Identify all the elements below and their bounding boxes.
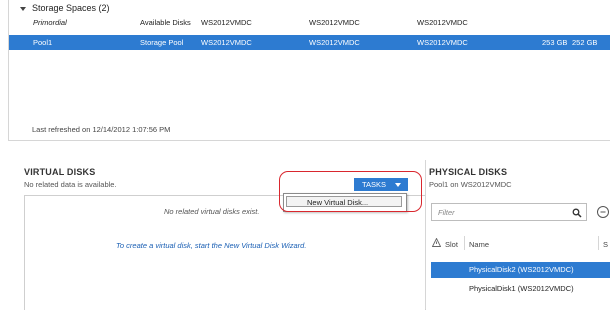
physical-disk-row[interactable]: PhysicalDisk2 (WS2012VMDC) xyxy=(431,262,610,278)
warning-icon xyxy=(432,238,441,247)
physical-disks-title: PHYSICAL DISKS xyxy=(429,167,508,177)
cell-name: Pool1 xyxy=(33,38,53,47)
filter-placeholder: Filter xyxy=(438,208,455,217)
collapse-triangle-icon xyxy=(20,6,26,11)
view-options-icon[interactable] xyxy=(596,205,610,219)
group-label: Storage Spaces (2) xyxy=(32,3,110,13)
column-divider xyxy=(464,236,465,250)
column-header-partial[interactable]: S xyxy=(603,240,608,249)
column-divider xyxy=(598,236,599,250)
cell-read-write-server: WS2012VMDC xyxy=(417,18,468,27)
cell-available-to: WS2012VMDC xyxy=(309,18,360,27)
cell-name: Primordial xyxy=(33,18,67,27)
cell-capacity: 253 GB xyxy=(542,38,568,47)
physical-disk-name: PhysicalDisk2 (WS2012VMDC) xyxy=(469,265,574,274)
search-icon[interactable] xyxy=(572,208,582,218)
column-header-slot[interactable]: Slot xyxy=(445,240,458,249)
table-row-primordial[interactable]: Primordial Available Disks WS2012VMDC WS… xyxy=(9,15,610,30)
physical-disks-subtitle: Pool1 on WS2012VMDC xyxy=(429,180,512,189)
cell-available-to: WS2012VMDC xyxy=(309,38,360,47)
new-virtual-disk-wizard-hint[interactable]: To create a virtual disk, start the New … xyxy=(116,241,306,250)
cell-type: Available Disks xyxy=(140,18,191,27)
cell-type: Storage Pool xyxy=(140,38,184,47)
table-row-pool1[interactable]: Pool1 Storage Pool WS2012VMDC WS2012VMDC… xyxy=(9,35,610,50)
cell-managed-by: WS2012VMDC xyxy=(201,18,252,27)
physical-disk-name: PhysicalDisk1 (WS2012VMDC) xyxy=(469,284,574,293)
last-refreshed-text: Last refreshed on 12/14/2012 1:07:56 PM xyxy=(32,125,171,134)
storage-spaces-group-header[interactable]: Storage Spaces (2) xyxy=(20,3,110,13)
highlight-annotation xyxy=(279,171,422,212)
virtual-disks-subtitle: No related data is available. xyxy=(24,180,117,189)
cell-read-write-server: WS2012VMDC xyxy=(417,38,468,47)
filter-input[interactable]: Filter xyxy=(431,203,587,221)
column-header-name[interactable]: Name xyxy=(469,240,489,249)
section-divider xyxy=(425,160,426,309)
cell-free-space: 252 GB xyxy=(572,38,598,47)
virtual-disks-title: VIRTUAL DISKS xyxy=(24,167,96,177)
physical-disk-row[interactable]: PhysicalDisk1 (WS2012VMDC) xyxy=(431,281,610,297)
empty-message: No related virtual disks exist. xyxy=(164,207,260,216)
cell-managed-by: WS2012VMDC xyxy=(201,38,252,47)
